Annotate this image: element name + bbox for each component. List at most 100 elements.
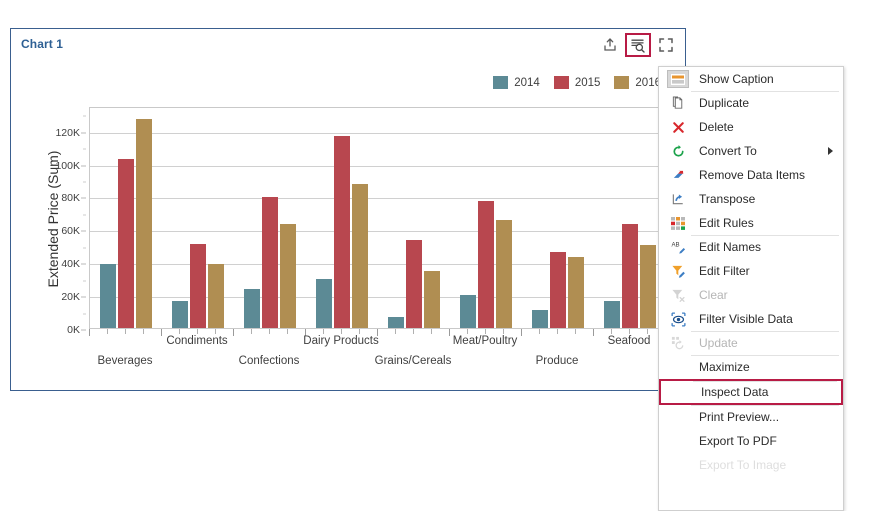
chart-bar[interactable] [190, 244, 206, 328]
y-axis-minor-tick [83, 313, 86, 315]
menu-item-print-preview[interactable]: Print Preview... [659, 405, 843, 429]
chart-bar[interactable] [280, 224, 296, 328]
menu-item-edit-filter[interactable]: Edit Filter [659, 259, 843, 283]
caption-icon [667, 70, 689, 88]
delete-icon [665, 116, 691, 138]
menu-item-clear: Clear [659, 283, 843, 307]
y-axis-minor-tick [83, 214, 86, 216]
y-axis-tick-mark [81, 230, 86, 232]
edit-filter-icon [665, 260, 691, 282]
menu-item-label: Edit Rules [699, 216, 754, 230]
chart-bar[interactable] [388, 316, 404, 328]
legend-item[interactable]: 2015 [553, 76, 600, 89]
menu-item-label: Convert To [699, 144, 757, 158]
svg-text:AB: AB [671, 241, 679, 248]
legend-item[interactable]: 2016 [614, 76, 661, 89]
chart-bar[interactable] [496, 220, 512, 328]
y-axis-tick-mark [81, 263, 86, 265]
menu-item-label: Maximize [699, 360, 750, 374]
chart-bar[interactable] [118, 158, 134, 328]
chart-bar[interactable] [316, 278, 332, 328]
legend-item[interactable]: 2014 [493, 76, 540, 89]
chart-bar[interactable] [208, 263, 224, 328]
menu-item-transpose[interactable]: Transpose [659, 187, 843, 211]
menu-item-no-icon [665, 356, 691, 378]
x-axis-category-label: Condiments [166, 335, 228, 347]
chart-bar[interactable] [406, 240, 422, 328]
convert-icon [665, 140, 691, 162]
x-axis-category-label: Seafood [607, 335, 651, 347]
screen: Chart 1 2014 2015 2016 Extended Price (S… [0, 0, 894, 511]
menu-item-label: Remove Data Items [699, 168, 806, 182]
menu-item-remove-data-items[interactable]: Remove Data Items [659, 163, 843, 187]
legend-label: 2014 [514, 76, 540, 89]
menu-item-label: Delete [699, 120, 734, 134]
duplicate-icon [665, 92, 691, 114]
menu-item-no-icon [665, 454, 691, 476]
y-axis-tick-label: 40K [61, 258, 80, 271]
menu-item-edit-rules[interactable]: Edit Rules [659, 211, 843, 235]
menu-item-label: Filter Visible Data [699, 312, 793, 326]
menu-item-label: Edit Names [699, 240, 762, 254]
filter-visible-data-icon [665, 308, 691, 330]
menu-item-convert-to[interactable]: Convert To [659, 139, 843, 163]
y-axis-minor-tick [83, 247, 86, 249]
menu-item-duplicate[interactable]: Duplicate [659, 91, 843, 115]
chart-bar[interactable] [334, 136, 350, 328]
legend-swatch [493, 76, 509, 89]
chart-bar[interactable] [424, 271, 440, 328]
menu-item-label: Update [699, 336, 738, 350]
chart-plot-area: Extended Price (Sum) 0K 20K 40K 60K 80K 100K 1… [45, 107, 665, 336]
menu-item-export-to-image: Export To Image [659, 453, 843, 477]
export-icon[interactable] [597, 33, 623, 57]
chart-bar[interactable] [100, 263, 116, 328]
y-axis-tick-mark [81, 296, 86, 298]
menu-item-no-icon [667, 381, 693, 403]
menu-item-label: Export To Image [699, 458, 787, 472]
chart-bar[interactable] [136, 119, 152, 328]
chart-legend: 2014 2015 2016 [493, 76, 661, 89]
y-axis-tick-mark [81, 197, 86, 199]
y-axis-minor-tick [83, 115, 86, 117]
transpose-icon [665, 188, 691, 210]
y-axis-tick-label: 20K [61, 291, 80, 304]
menu-item-delete[interactable]: Delete [659, 115, 843, 139]
y-axis-minor-tick [83, 148, 86, 150]
chart-bar[interactable] [352, 184, 368, 328]
menu-item-filter-visible-data[interactable]: Filter Visible Data [659, 307, 843, 331]
y-axis: 0K 20K 40K 60K 80K 100K 120K [44, 108, 86, 336]
menu-item-inspect-data[interactable]: Inspect Data [659, 379, 843, 405]
menu-item-label: Show Caption [699, 72, 774, 86]
x-axis-category-label: Meat/Poultry [452, 335, 518, 347]
menu-item-edit-names[interactable]: AB Edit Names [659, 235, 843, 259]
page-title: Chart 1 [21, 37, 64, 51]
chart-bar[interactable] [604, 300, 620, 328]
chart-bar[interactable] [640, 244, 656, 328]
chart-bar[interactable] [244, 288, 260, 328]
inspect-data-icon[interactable] [625, 33, 651, 57]
menu-item-update: Update [659, 331, 843, 355]
chart-bar[interactable] [460, 295, 476, 328]
menu-item-export-to-pdf[interactable]: Export To PDF [659, 429, 843, 453]
legend-swatch [614, 76, 630, 89]
y-axis-tick-label: 100K [55, 159, 80, 172]
chart-bar[interactable] [568, 257, 584, 328]
menu-item-maximize[interactable]: Maximize [659, 355, 843, 379]
x-axis-category-label: Dairy Products [303, 335, 379, 347]
submenu-arrow-icon [828, 147, 833, 155]
y-axis-minor-tick [83, 181, 86, 183]
menu-item-no-icon [665, 430, 691, 452]
y-axis-tick-label: 60K [61, 225, 80, 238]
menu-item-label: Export To PDF [699, 434, 777, 448]
chart-bar[interactable] [478, 201, 494, 328]
y-axis-tick-mark [81, 165, 86, 167]
chart-bar[interactable] [262, 197, 278, 328]
chart-bar[interactable] [532, 309, 548, 328]
chart-bar[interactable] [172, 300, 188, 328]
panel-header: Chart 1 [11, 29, 685, 61]
panel-toolbar [597, 33, 679, 57]
maximize-icon[interactable] [653, 33, 679, 57]
chart-bar[interactable] [622, 223, 638, 328]
menu-item-show-caption[interactable]: Show Caption [659, 67, 843, 91]
chart-bar[interactable] [550, 252, 566, 328]
